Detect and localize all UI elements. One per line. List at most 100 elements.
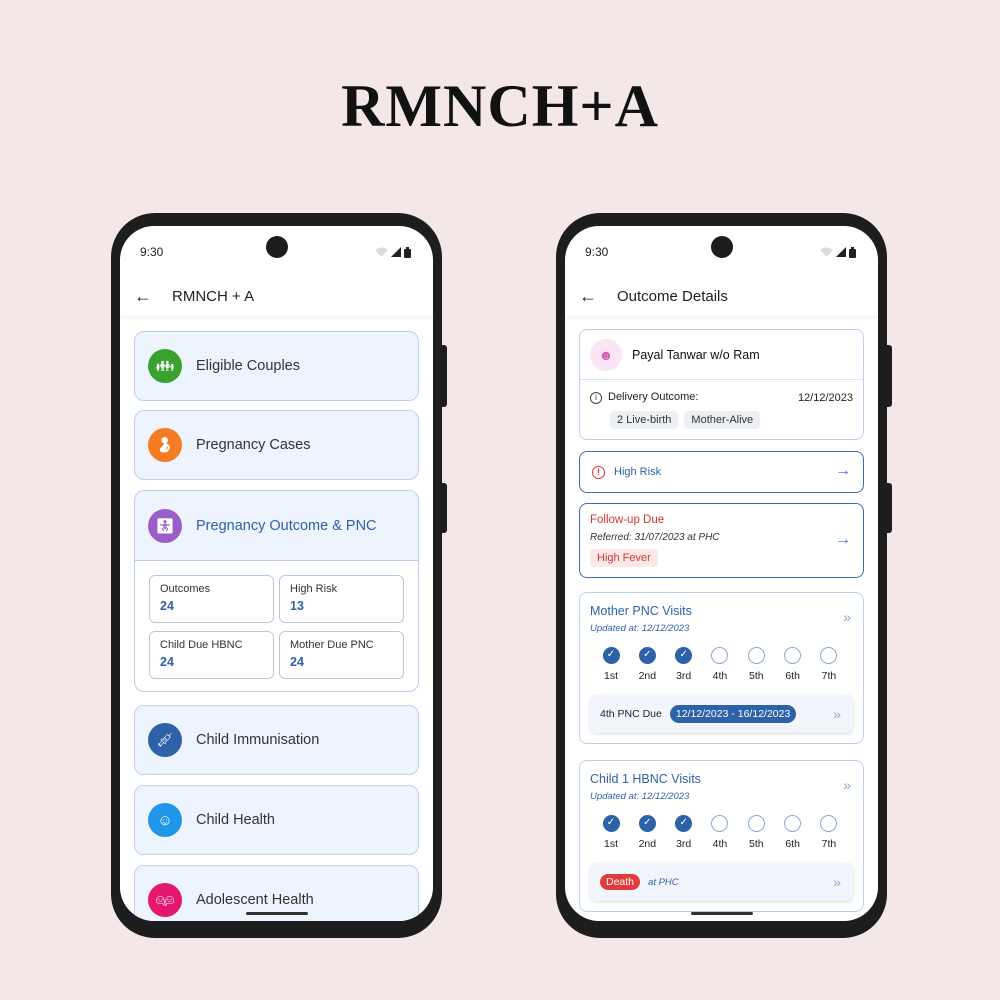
patient-name: Payal Tanwar w/o Ram (632, 347, 760, 362)
stat-label: Outcomes (160, 583, 211, 595)
menu-pregnancy-cases[interactable]: 🤰︎ Pregnancy Cases (134, 410, 419, 480)
delivery-outcome-label: Delivery Outcome: (608, 391, 699, 403)
status-icons (820, 246, 856, 258)
pregnant-woman-icon: 🤰︎ (148, 428, 182, 462)
double-chevron-icon[interactable]: » (843, 777, 851, 793)
stat-label: Child Due HBNC (160, 639, 243, 651)
stat-child-due-hbnc[interactable]: Child Due HBNC 24 (149, 631, 274, 679)
phone-right: 9:30 ← Outcome Details ☻ Payal Tanwar w/… (556, 213, 892, 938)
visit-step[interactable]: ✓ 2nd (636, 815, 658, 850)
outcome-chip: Mother-Alive (684, 411, 761, 429)
menu-label: Child Immunisation (196, 732, 320, 748)
visit-step[interactable]: ✓ 1st (600, 647, 622, 682)
visit-step[interactable]: 7th (818, 815, 840, 850)
empty-circle-icon (784, 815, 802, 832)
check-circle-icon: ✓ (675, 815, 693, 832)
stat-outcomes[interactable]: Outcomes 24 (149, 575, 274, 623)
home-indicator[interactable] (245, 912, 308, 915)
visit-steps: ✓ 1st ✓ 2nd ✓ 3rd 4th 5th 6th 7th (590, 647, 840, 682)
check-circle-icon: ✓ (638, 647, 656, 664)
vaccine-icon: 💉︎ (148, 723, 182, 757)
menu-label: Child Health (196, 812, 275, 828)
page-title: RMNCH+A (341, 73, 659, 139)
death-place: at PHC (648, 876, 679, 888)
visit-step-label: 3rd (676, 670, 692, 682)
pnc-due-bar[interactable]: 4th PNC Due 12/12/2023 - 16/12/2023 » (590, 695, 853, 733)
visit-step[interactable]: ✓ 2nd (636, 647, 658, 682)
double-chevron-icon[interactable]: » (843, 609, 851, 625)
power-button (441, 483, 447, 533)
visit-step[interactable]: 7th (818, 647, 840, 682)
menu-label: Pregnancy Outcome & PNC (196, 517, 377, 534)
visit-updated: Updated at: 12/12/2023 (590, 623, 690, 634)
check-circle-icon: ✓ (602, 647, 620, 664)
stat-value: 13 (290, 599, 304, 613)
adolescents-icon: 👫︎ (148, 883, 182, 917)
visit-step-label: 1st (603, 670, 618, 682)
visit-step[interactable]: 6th (782, 815, 804, 850)
visit-step[interactable]: 4th (709, 647, 731, 682)
visit-step[interactable]: 5th (745, 815, 767, 850)
due-range-pill: 12/12/2023 - 16/12/2023 (669, 705, 797, 723)
signal-icon (391, 247, 401, 257)
high-risk-card[interactable]: ! High Risk → (579, 451, 864, 493)
visit-step[interactable]: ✓ 3rd (673, 647, 695, 682)
check-circle-icon: ✓ (638, 815, 656, 832)
visit-step-label: 7th (821, 838, 837, 850)
visit-step[interactable]: ✓ 3rd (673, 815, 695, 850)
visit-step-label: 3rd (676, 838, 692, 850)
menu-eligible-couples[interactable]: 👪︎ Eligible Couples (134, 331, 419, 401)
menu-child-health[interactable]: ☺ Child Health (134, 785, 419, 855)
empty-circle-icon (711, 647, 729, 664)
visit-step-label: 7th (821, 670, 837, 682)
high-risk-label: High Risk (614, 466, 662, 478)
stat-high-risk[interactable]: High Risk 13 (279, 575, 404, 623)
pnc-stats: Outcomes 24 High Risk 13 Child Due HBNC … (135, 560, 418, 691)
screen-left: 9:30 ← RMNCH + A 👪︎ Eligible Couples 🤰︎ … (120, 226, 433, 921)
visit-step-label: 6th (785, 670, 800, 682)
patient-card: ☻ Payal Tanwar w/o Ram i Delivery Outcome… (579, 329, 864, 440)
stat-mother-due-pnc[interactable]: Mother Due PNC 24 (279, 631, 404, 679)
phone-left: 9:30 ← RMNCH + A 👪︎ Eligible Couples 🤰︎ … (111, 213, 447, 938)
visit-step-label: 6th (785, 838, 800, 850)
volume-button (886, 345, 892, 407)
empty-circle-icon (784, 647, 802, 664)
visit-step[interactable]: 6th (782, 647, 804, 682)
home-indicator[interactable] (690, 912, 753, 915)
menu-label: Adolescent Health (196, 892, 314, 908)
follow-up-reason-chip: High Fever (590, 549, 658, 567)
visit-step-label: 2nd (638, 670, 657, 682)
follow-up-referral: Referred: 31/07/2023 at PHC (590, 532, 720, 543)
status-time: 9:30 (585, 245, 609, 259)
visit-step[interactable]: ✓ 1st (600, 815, 622, 850)
visit-step[interactable]: 5th (745, 647, 767, 682)
empty-circle-icon (820, 815, 838, 832)
back-arrow-icon[interactable]: ← (134, 286, 158, 307)
due-label: 4th PNC Due (600, 708, 662, 720)
hbnc-status-bar[interactable]: Death at PHC » (590, 863, 853, 901)
visit-step-label: 2nd (638, 838, 657, 850)
death-pill: Death (600, 874, 641, 890)
mother-pnc-card: Mother PNC Visits Updated at: 12/12/2023… (579, 592, 864, 744)
visit-title: Child 1 HBNC Visits (590, 772, 701, 786)
visit-steps: ✓ 1st ✓ 2nd ✓ 3rd 4th 5th 6th 7th (590, 815, 840, 850)
check-circle-icon: ✓ (675, 647, 693, 664)
empty-circle-icon (711, 815, 729, 832)
stat-value: 24 (160, 655, 174, 669)
menu-pregnancy-outcome-pnc[interactable]: 🚼︎ Pregnancy Outcome & PNC Outcomes 24 H… (134, 490, 419, 692)
visit-step-label: 4th (712, 838, 728, 850)
stat-label: High Risk (290, 583, 338, 595)
family-icon: 👪︎ (148, 349, 182, 383)
visit-step-label: 5th (749, 670, 764, 682)
visit-step-label: 1st (603, 838, 618, 850)
follow-up-card[interactable]: Follow-up Due Referred: 31/07/2023 at PH… (579, 503, 864, 578)
info-icon: i (590, 392, 602, 404)
app-bar: ← RMNCH + A (120, 276, 433, 316)
screen-right: 9:30 ← Outcome Details ☻ Payal Tanwar w/… (565, 226, 878, 921)
visit-step[interactable]: 4th (709, 815, 731, 850)
menu-child-immunisation[interactable]: 💉︎ Child Immunisation (134, 705, 419, 775)
back-arrow-icon[interactable]: ← (579, 286, 603, 307)
signal-icon (836, 247, 846, 257)
battery-icon (849, 246, 856, 258)
app-bar: ← Outcome Details (565, 276, 878, 316)
